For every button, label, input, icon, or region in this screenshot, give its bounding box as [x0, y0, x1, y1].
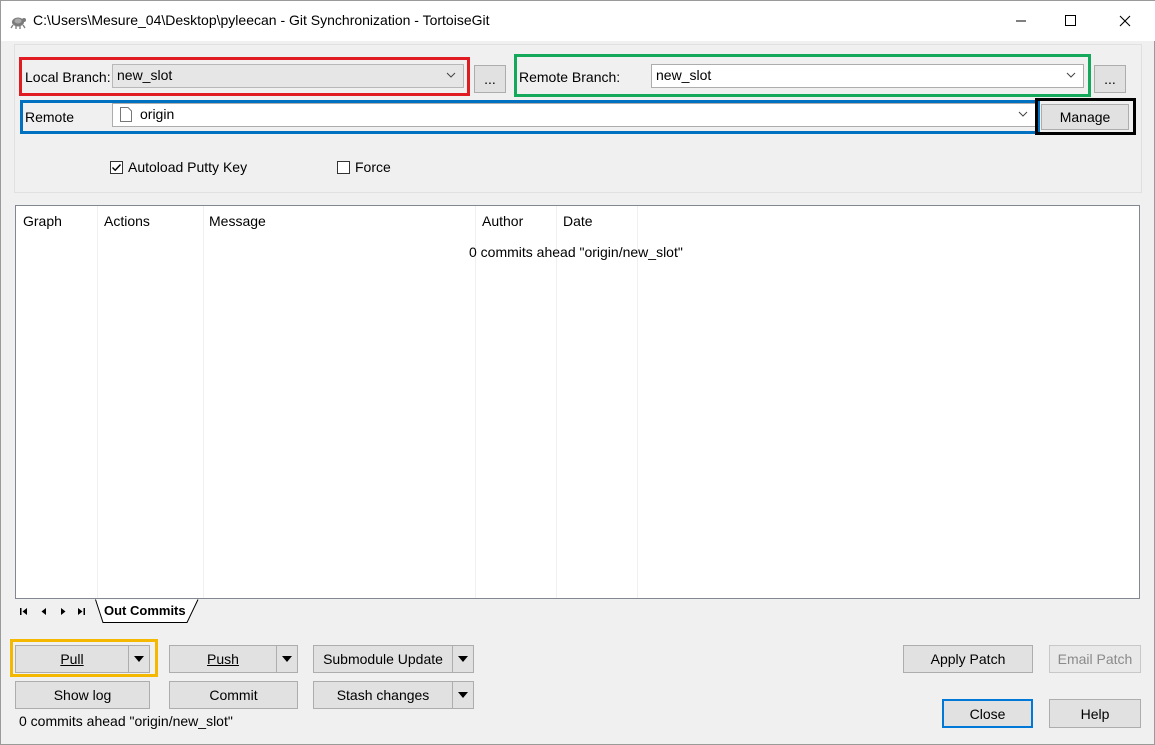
commit-button[interactable]: Commit — [169, 681, 298, 709]
remote-branch-select[interactable]: new_slot — [651, 64, 1084, 88]
stash-changes-dropdown[interactable] — [452, 682, 473, 708]
pull-button[interactable]: Pull — [15, 645, 150, 673]
empty-list-message: 0 commits ahead "origin/new_slot" — [469, 244, 683, 260]
close-icon — [1119, 15, 1131, 27]
column-header-author[interactable]: Author — [482, 213, 523, 229]
close-window-button[interactable] — [1102, 1, 1148, 41]
column-divider — [637, 206, 638, 598]
prev-icon[interactable] — [39, 607, 49, 616]
apply-patch-button[interactable]: Apply Patch — [903, 645, 1033, 673]
help-button[interactable]: Help — [1049, 699, 1141, 728]
chevron-down-icon — [1018, 111, 1028, 117]
dropdown-arrow-icon — [134, 656, 144, 662]
minimize-button[interactable] — [998, 1, 1044, 41]
check-icon — [112, 164, 122, 172]
local-branch-select[interactable]: new_slot — [112, 64, 464, 88]
chevron-down-icon — [1066, 72, 1076, 78]
column-header-date[interactable]: Date — [563, 213, 593, 229]
force-checkbox[interactable] — [337, 161, 350, 174]
column-divider — [556, 206, 557, 598]
maximize-icon — [1065, 15, 1076, 26]
pull-dropdown[interactable] — [128, 646, 149, 672]
remote-branch-browse-button[interactable]: ... — [1094, 65, 1126, 93]
remote-select[interactable]: origin — [112, 103, 1036, 127]
push-dropdown[interactable] — [276, 646, 297, 672]
email-patch-button: Email Patch — [1049, 645, 1141, 673]
column-header-graph[interactable]: Graph — [23, 213, 62, 229]
stash-changes-button[interactable]: Stash changes — [313, 681, 474, 709]
first-icon[interactable] — [19, 607, 29, 616]
column-divider — [475, 206, 476, 598]
submodule-update-button[interactable]: Submodule Update — [313, 645, 474, 673]
tortoisegit-icon — [10, 17, 26, 29]
autoload-putty-checkbox[interactable] — [110, 161, 123, 174]
local-branch-browse-button[interactable]: ... — [474, 65, 506, 93]
minimize-icon — [1016, 20, 1026, 22]
column-divider — [97, 206, 98, 598]
tab-out-commits[interactable]: Out Commits — [104, 603, 186, 618]
manage-button[interactable]: Manage — [1041, 104, 1129, 130]
title-bar: C:\Users\Mesure_04\Desktop\pyleecan - Gi… — [1, 1, 1155, 41]
dropdown-arrow-icon — [282, 656, 292, 662]
force-label[interactable]: Force — [355, 159, 391, 175]
commit-list[interactable]: Graph Actions Message Author Date 0 comm… — [15, 205, 1140, 599]
window-title: C:\Users\Mesure_04\Desktop\pyleecan - Gi… — [33, 12, 490, 28]
dropdown-arrow-icon — [458, 656, 468, 662]
pull-button-label[interactable]: Pull — [16, 646, 128, 672]
autoload-putty-label[interactable]: Autoload Putty Key — [128, 159, 247, 175]
submodule-update-dropdown[interactable] — [452, 646, 473, 672]
last-icon[interactable] — [76, 607, 86, 616]
remote-branch-label: Remote Branch: — [519, 69, 621, 85]
sync-window: C:\Users\Mesure_04\Desktop\pyleecan - Gi… — [0, 0, 1155, 745]
column-header-actions[interactable]: Actions — [104, 213, 150, 229]
column-divider — [203, 206, 204, 598]
push-button[interactable]: Push — [169, 645, 298, 673]
column-header-message[interactable]: Message — [209, 213, 266, 229]
chevron-down-icon — [446, 72, 456, 78]
close-button[interactable]: Close — [942, 699, 1033, 728]
stash-changes-label[interactable]: Stash changes — [314, 682, 452, 708]
tab-bar: Out Commits — [15, 599, 1140, 623]
push-button-label[interactable]: Push — [170, 646, 276, 672]
remote-label: Remote — [25, 109, 75, 125]
remote-value: origin — [140, 106, 175, 122]
maximize-button[interactable] — [1048, 1, 1094, 41]
submodule-update-label[interactable]: Submodule Update — [314, 646, 452, 672]
dropdown-arrow-icon — [458, 692, 468, 698]
status-text: 0 commits ahead "origin/new_slot" — [19, 713, 233, 729]
show-log-button[interactable]: Show log — [15, 681, 150, 709]
remote-branch-value: new_slot — [656, 67, 712, 83]
next-icon[interactable] — [58, 607, 68, 616]
local-branch-label: Local Branch: — [25, 69, 111, 85]
file-icon — [120, 107, 132, 122]
local-branch-value: new_slot — [117, 67, 173, 83]
